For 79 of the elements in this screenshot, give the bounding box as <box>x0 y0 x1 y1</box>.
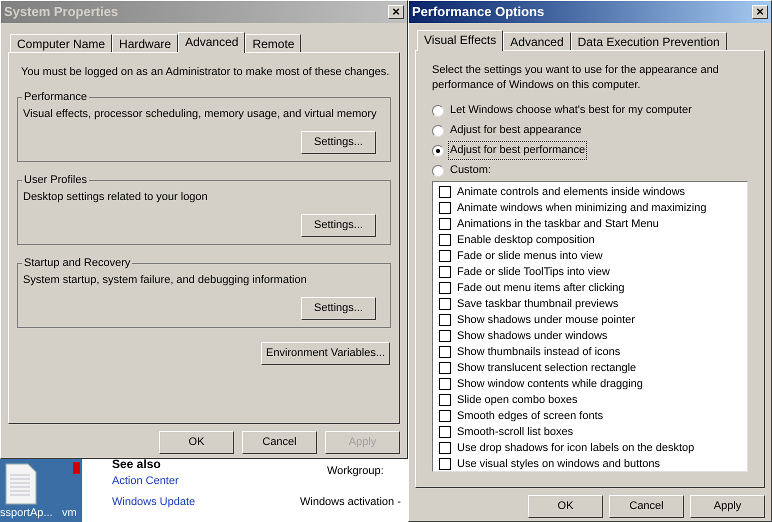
radio-button[interactable] <box>432 124 444 136</box>
checkbox[interactable] <box>439 442 451 454</box>
window-title: System Properties <box>4 3 118 22</box>
radio-label: Adjust for best performance <box>448 141 588 160</box>
dialog-button[interactable]: Cancel <box>242 431 317 454</box>
field-label: Workgroup: <box>327 464 384 479</box>
checkbox-label: Slide open combo boxes <box>457 392 578 408</box>
notice-text: You must be logged on as an Administrator to make most of these changes. <box>21 65 390 79</box>
checkbox-label: Enable desktop composition <box>457 232 595 248</box>
checkbox-label: Show window contents while dragging <box>457 376 643 392</box>
status-marker-icon <box>73 462 80 474</box>
dialog-button[interactable]: OK <box>159 431 234 454</box>
checkbox-label: Smooth edges of screen fonts <box>457 408 604 424</box>
checkbox-label: Animate windows when minimizing and maximizing <box>457 200 706 216</box>
see-also-heading: See also <box>112 459 161 471</box>
group-description: Visual effects, processor scheduling, memory usage, and virtual memory <box>23 107 377 121</box>
link[interactable]: Action Center <box>112 473 179 490</box>
icon-label: vm <box>62 506 77 520</box>
checkbox[interactable] <box>439 458 451 470</box>
window-title: Performance Options <box>412 3 544 22</box>
dialog-button[interactable]: Settings... <box>301 214 376 237</box>
checkbox[interactable] <box>439 266 451 278</box>
checkbox[interactable] <box>439 378 451 390</box>
checkbox[interactable] <box>439 282 451 294</box>
radio-label: Let Windows choose what's best for my computer <box>449 103 693 118</box>
checkbox[interactable] <box>439 314 451 326</box>
tab[interactable]: Data Execution Prevention <box>570 32 727 50</box>
tab[interactable]: Remote <box>245 34 302 52</box>
checkbox-label: Show thumbnails instead of icons <box>457 344 620 360</box>
field-label: Windows activation - <box>300 495 401 510</box>
dialog-button[interactable]: OK <box>528 495 603 518</box>
dialog-button[interactable]: Apply <box>690 495 765 518</box>
document-icon <box>4 463 38 505</box>
checkbox[interactable] <box>439 362 451 374</box>
checkbox-label: Animate controls and elements inside windows <box>457 184 686 200</box>
dialog-button[interactable]: Environment Variables... <box>261 342 390 365</box>
checkbox[interactable] <box>439 394 451 406</box>
checkbox-label: Show translucent selection rectangle <box>457 360 636 376</box>
tab[interactable]: Hardware <box>112 34 178 52</box>
checkbox-label: Fade out menu items after clicking <box>457 280 625 296</box>
group-title: Startup and Recovery <box>22 256 132 270</box>
tab[interactable]: Visual Effects <box>417 30 504 51</box>
link[interactable]: Windows Update <box>112 494 196 510</box>
checkbox[interactable] <box>439 234 451 246</box>
tab[interactable]: Advanced <box>503 32 571 50</box>
close-button[interactable]: × <box>388 5 404 19</box>
radio-button[interactable] <box>432 164 444 176</box>
checkbox[interactable] <box>439 186 451 198</box>
checkbox-label: Use drop shadows for icon labels on the desktop <box>457 440 694 456</box>
group-description: Desktop settings related to your logon <box>23 190 208 204</box>
checkbox[interactable] <box>439 330 451 342</box>
checkbox[interactable] <box>439 346 451 358</box>
icon-label: ssportAp... <box>0 506 53 520</box>
checkbox[interactable] <box>439 426 451 438</box>
checkbox[interactable] <box>439 250 451 262</box>
checkbox-label: Show shadows under windows <box>457 328 608 344</box>
checkbox-label: Fade or slide menus into view <box>457 248 603 264</box>
radio-label: Adjust for best appearance <box>449 123 582 138</box>
tab[interactable]: Advanced <box>178 32 246 53</box>
radio-button[interactable] <box>432 104 444 116</box>
checkbox-label: Save taskbar thumbnail previews <box>457 296 618 312</box>
checkbox-label: Show shadows under mouse pointer <box>457 312 635 328</box>
tab[interactable]: Computer Name <box>10 34 112 52</box>
checkbox-label: Smooth-scroll list boxes <box>457 424 574 440</box>
intro-text: Select the settings you want to use for the appearance and performance of Windows on this computer. <box>432 63 720 93</box>
checkbox[interactable] <box>439 202 451 214</box>
checkbox[interactable] <box>439 298 451 310</box>
group-description: System startup, system failure, and debugging information <box>23 273 307 287</box>
checkbox[interactable] <box>439 410 451 422</box>
checkbox-label: Fade or slide ToolTips into view <box>457 264 610 280</box>
checkbox-label: Use visual styles on windows and buttons <box>457 456 660 472</box>
close-button[interactable]: × <box>752 5 768 19</box>
checkbox-label: Animations in the taskbar and Start Menu <box>457 216 659 232</box>
dialog-button[interactable]: Cancel <box>609 495 684 518</box>
dialog-button[interactable]: Settings... <box>301 297 376 320</box>
radio-button[interactable] <box>432 144 444 156</box>
checkbox[interactable] <box>439 218 451 230</box>
dialog-button[interactable]: Settings... <box>301 131 376 154</box>
radio-label: Custom: <box>449 163 492 178</box>
